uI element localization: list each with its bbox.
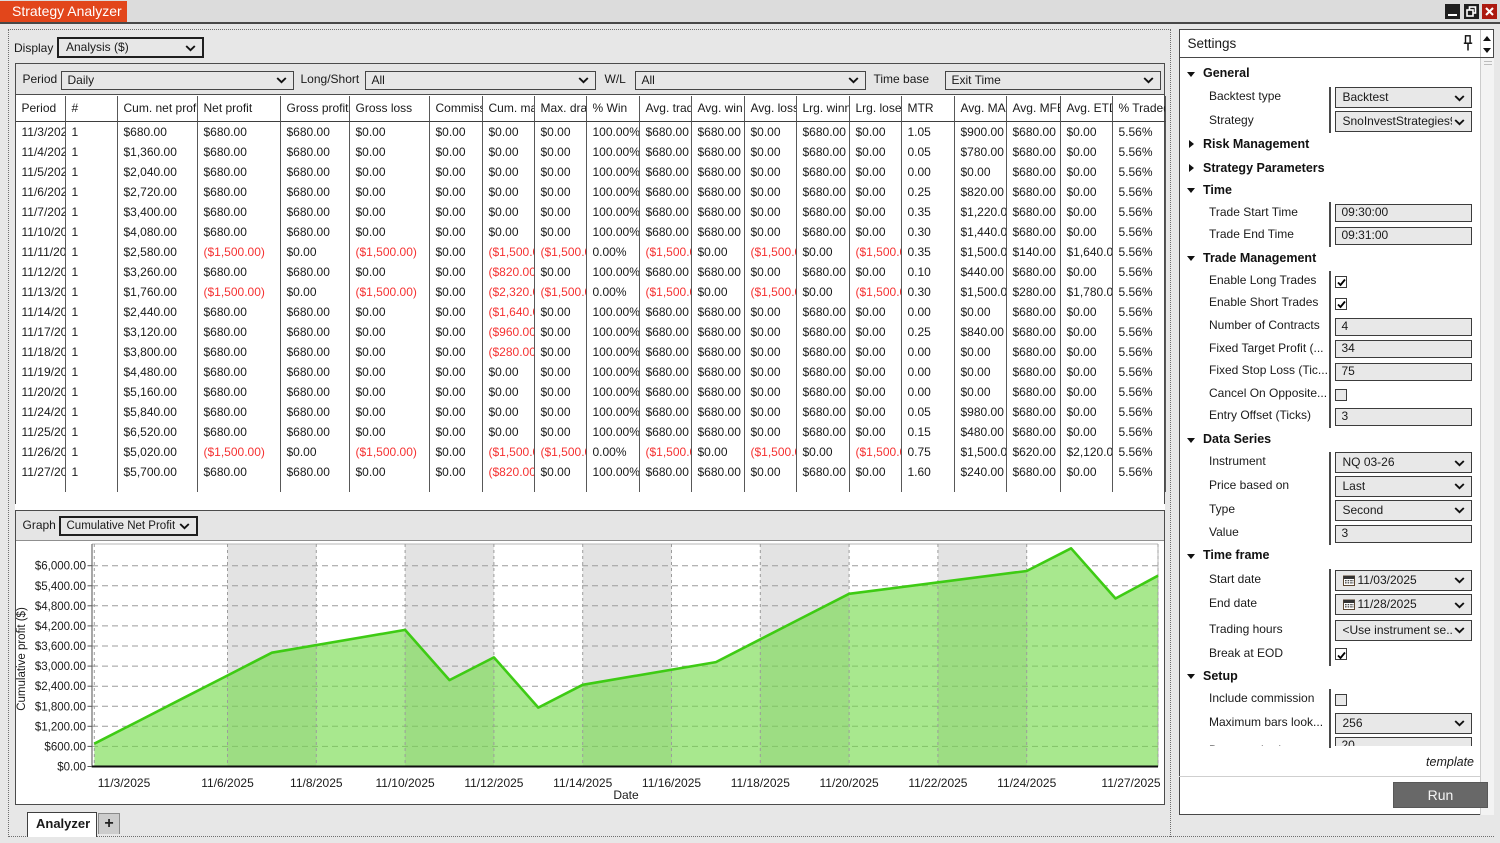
svg-text:$3,000.00: $3,000.00 <box>35 661 86 673</box>
svg-text:$2,400.00: $2,400.00 <box>35 681 86 693</box>
svg-text:$600.00: $600.00 <box>44 741 86 753</box>
svg-text:$4,200.00: $4,200.00 <box>35 621 86 633</box>
svg-text:11/14/2025: 11/14/2025 <box>553 776 612 790</box>
svg-text:11/3/2025: 11/3/2025 <box>98 776 151 790</box>
svg-text:Date: Date <box>613 788 639 802</box>
svg-text:11/10/2025: 11/10/2025 <box>376 776 435 790</box>
svg-text:11/18/2025: 11/18/2025 <box>731 776 790 790</box>
svg-text:11/22/2025: 11/22/2025 <box>908 776 967 790</box>
svg-text:$5,400.00: $5,400.00 <box>35 581 86 593</box>
svg-text:$1,800.00: $1,800.00 <box>35 701 86 713</box>
svg-text:$1,200.00: $1,200.00 <box>35 721 86 733</box>
svg-text:$0.00: $0.00 <box>57 762 86 774</box>
svg-text:11/8/2025: 11/8/2025 <box>290 776 343 790</box>
svg-text:11/27/2025: 11/27/2025 <box>1101 776 1160 790</box>
svg-text:$3,600.00: $3,600.00 <box>35 641 86 653</box>
svg-text:11/16/2025: 11/16/2025 <box>642 776 701 790</box>
svg-text:$4,800.00: $4,800.00 <box>35 601 86 613</box>
svg-text:Cumulative profit ($): Cumulative profit ($) <box>16 607 28 711</box>
svg-text:11/6/2025: 11/6/2025 <box>201 776 254 790</box>
svg-text:11/20/2025: 11/20/2025 <box>820 776 879 790</box>
svg-text:11/12/2025: 11/12/2025 <box>464 776 523 790</box>
svg-text:11/24/2025: 11/24/2025 <box>997 776 1056 790</box>
svg-text:$6,000.00: $6,000.00 <box>35 561 86 573</box>
